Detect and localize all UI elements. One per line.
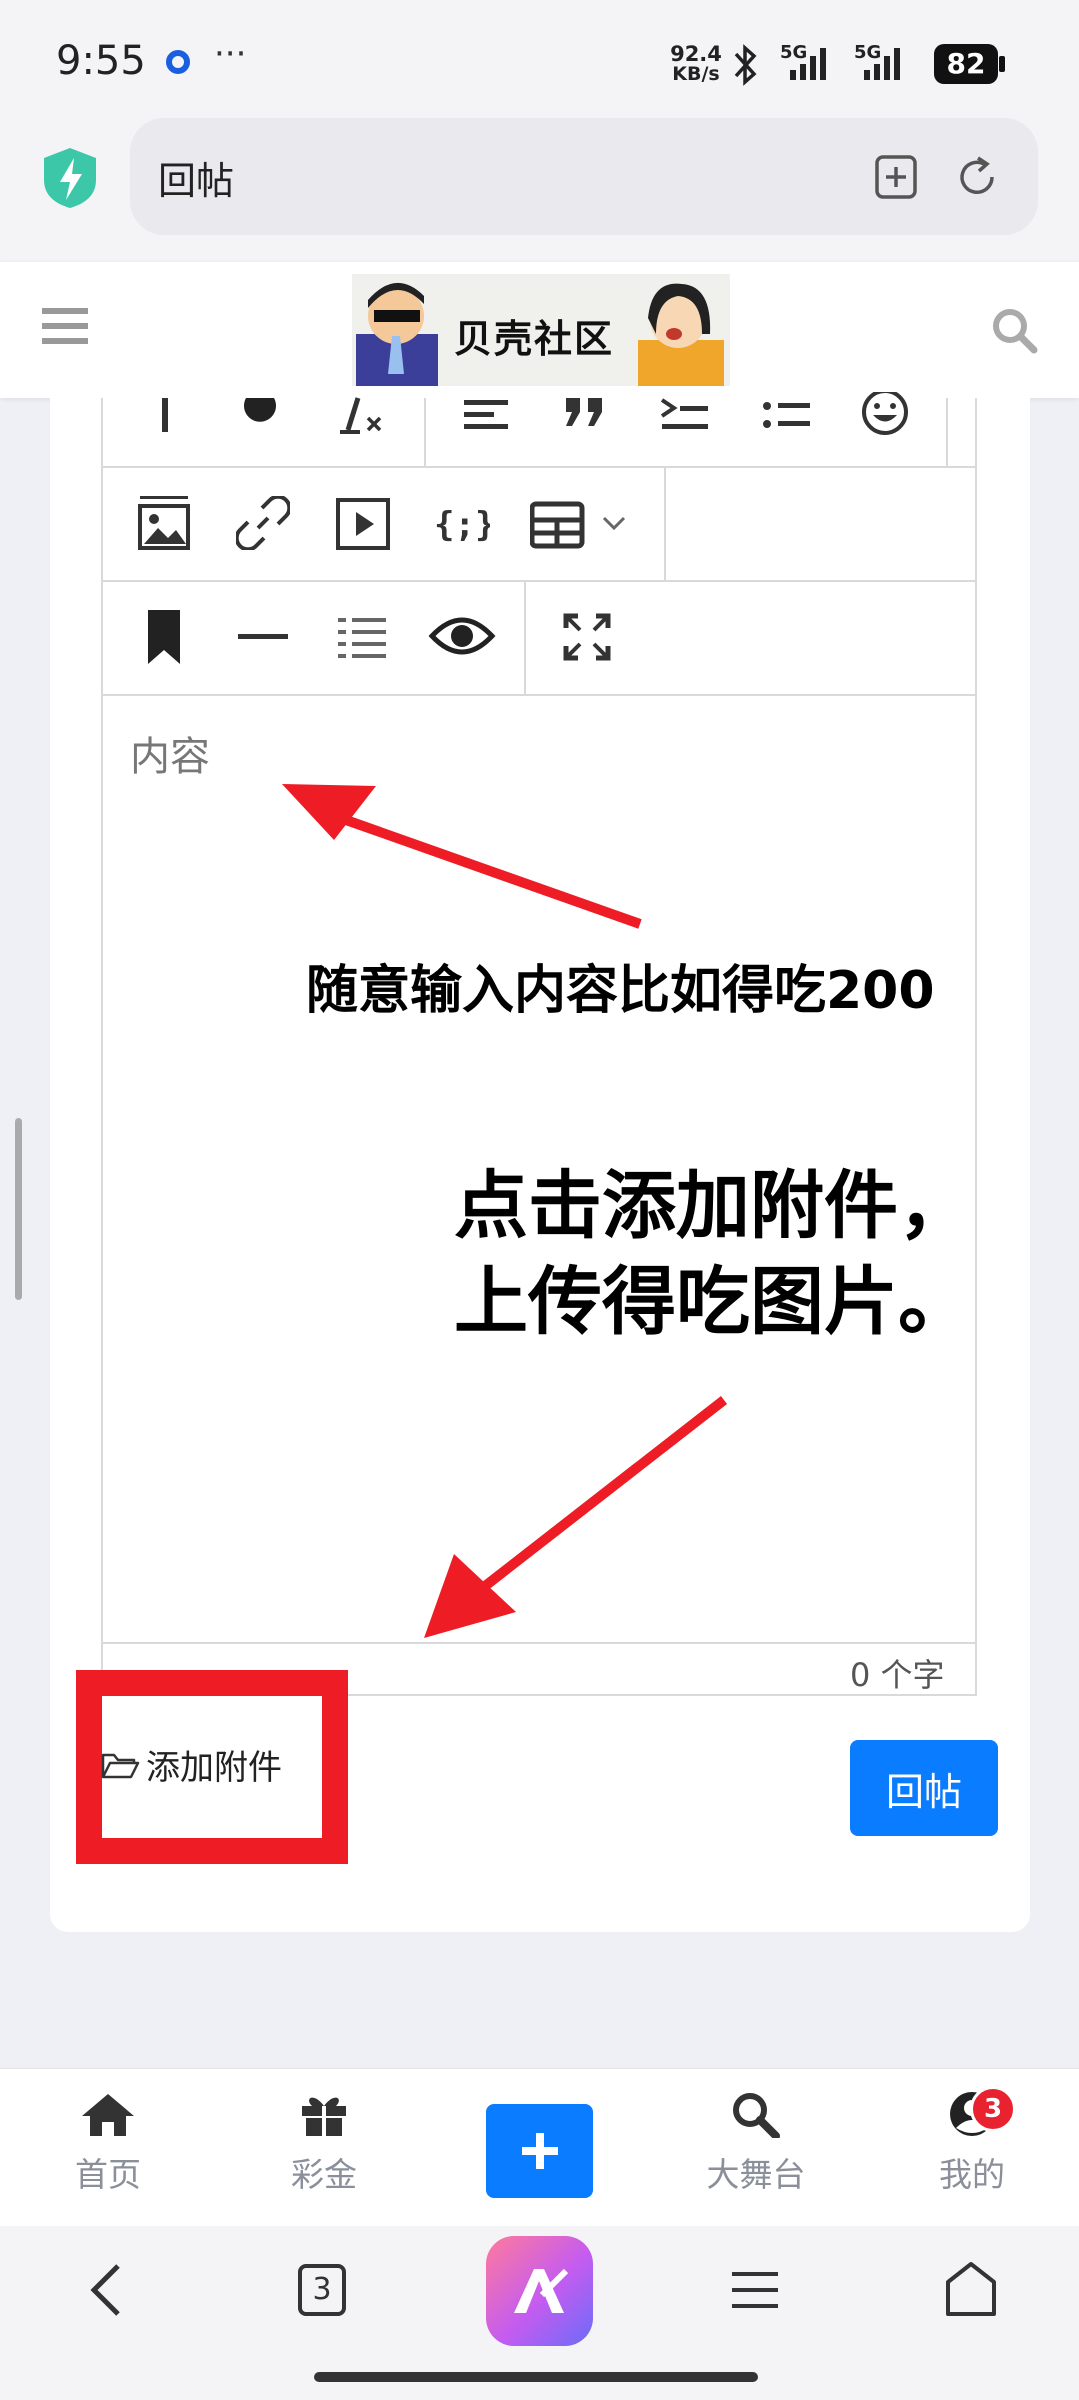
nav-prize[interactable]: 彩金 bbox=[264, 2090, 384, 2196]
menu-lines-icon[interactable] bbox=[730, 2268, 780, 2312]
shield-icon[interactable] bbox=[42, 146, 98, 210]
code-block-icon[interactable]: {;} bbox=[434, 498, 490, 548]
net-speed-value: 92.4 bbox=[670, 42, 722, 66]
site-logo[interactable]: 贝壳社区 bbox=[352, 274, 730, 386]
align-icon[interactable] bbox=[462, 398, 512, 432]
clear-format-icon[interactable] bbox=[336, 396, 386, 438]
battery-indicator: 82 bbox=[934, 44, 998, 84]
status-more: ··· bbox=[214, 34, 247, 74]
home-outline-icon[interactable] bbox=[944, 2260, 998, 2318]
add-attachment-button[interactable]: 添加附件 bbox=[100, 1740, 282, 1789]
menu-icon[interactable] bbox=[42, 306, 88, 346]
nav-mine-label: 我的 bbox=[939, 2155, 1005, 2194]
signal-2: 5G bbox=[854, 42, 900, 80]
add-bookmark-icon[interactable] bbox=[874, 154, 918, 200]
logo-text: 贝壳社区 bbox=[454, 317, 615, 361]
toolbar-separator bbox=[946, 398, 948, 466]
search-stage-icon bbox=[733, 2093, 780, 2140]
signal-1-icon bbox=[790, 48, 826, 80]
battery-tip bbox=[999, 56, 1005, 72]
preview-eye-icon[interactable] bbox=[428, 612, 496, 660]
folder-icon bbox=[101, 1753, 140, 1778]
italic-icon[interactable] bbox=[150, 398, 180, 438]
search-icon[interactable] bbox=[990, 306, 1038, 354]
image-icon[interactable] bbox=[136, 494, 192, 552]
nav-home[interactable]: 首页 bbox=[48, 2090, 168, 2196]
page-scrollbar[interactable] bbox=[15, 1118, 22, 1300]
toolbar-divider bbox=[101, 694, 977, 696]
tabs-button[interactable]: 3 bbox=[298, 2264, 346, 2316]
link-icon[interactable] bbox=[236, 496, 290, 550]
annotation-hint-2-line2: 上传得吃图片。 bbox=[454, 1259, 972, 1345]
content-placeholder[interactable]: 内容 bbox=[130, 724, 210, 782]
gift-icon bbox=[302, 2097, 346, 2136]
notification-badge: 3 bbox=[970, 2086, 1016, 2132]
svg-text:{;}: {;} bbox=[434, 505, 490, 545]
browser-ai-button[interactable] bbox=[486, 2236, 593, 2346]
plus-icon bbox=[521, 2133, 558, 2169]
url-box[interactable]: 回帖 bbox=[130, 118, 1038, 235]
net-speed-unit: KB/s bbox=[672, 63, 720, 85]
arrow-to-attach-icon bbox=[424, 1396, 728, 1638]
app-notification-icon bbox=[166, 50, 190, 74]
quote-icon[interactable] bbox=[562, 398, 612, 428]
video-icon[interactable] bbox=[336, 498, 390, 550]
signal-1: 5G bbox=[780, 42, 826, 80]
url-text: 回帖 bbox=[158, 159, 235, 203]
annotation-hint-1: 随意输入内容比如得吃200 bbox=[306, 961, 935, 1021]
annotation-hint-2: 点击添加附件， 上传得吃图片。 bbox=[454, 1158, 972, 1350]
reply-button[interactable]: 回帖 bbox=[850, 1740, 998, 1836]
toolbar-separator bbox=[424, 398, 426, 466]
ai-logo-icon bbox=[513, 2268, 568, 2313]
net-speed: 92.4 KB/s bbox=[666, 42, 726, 85]
table-icon[interactable] bbox=[530, 500, 640, 550]
toolbar-separator bbox=[524, 580, 526, 694]
indent-icon[interactable] bbox=[660, 398, 712, 432]
toolbar-divider bbox=[101, 466, 977, 468]
refresh-icon[interactable] bbox=[954, 154, 1000, 200]
home-icon bbox=[82, 2094, 134, 2136]
dark-mode-icon[interactable] bbox=[240, 398, 280, 438]
fullscreen-icon[interactable] bbox=[562, 612, 612, 662]
add-attachment-label: 添加附件 bbox=[146, 1748, 282, 1788]
nav-prize-label: 彩金 bbox=[291, 2155, 357, 2194]
horizontal-rule-icon[interactable] bbox=[236, 630, 290, 644]
gesture-bar[interactable] bbox=[314, 2372, 758, 2382]
signal-2-icon bbox=[864, 48, 900, 80]
status-time: 9:55 bbox=[56, 38, 146, 84]
bluetooth-icon bbox=[734, 44, 757, 86]
nav-stage-label: 大舞台 bbox=[706, 2155, 806, 2194]
toolbar-separator bbox=[664, 466, 666, 580]
annotation-hint-2-line1: 点击添加附件， bbox=[454, 1163, 972, 1249]
new-post-button[interactable] bbox=[486, 2104, 593, 2198]
arrow-to-content-icon bbox=[282, 784, 642, 929]
emoji-icon[interactable] bbox=[858, 392, 912, 438]
char-count: 0 个字 bbox=[850, 1656, 945, 1694]
toolbar-divider bbox=[101, 580, 977, 582]
back-icon[interactable] bbox=[86, 2262, 126, 2318]
nav-home-label: 首页 bbox=[75, 2155, 141, 2194]
nav-stage[interactable]: 大舞台 bbox=[694, 2090, 818, 2196]
bullet-list-icon[interactable] bbox=[762, 398, 812, 432]
bookmark-icon[interactable] bbox=[144, 608, 184, 666]
status-bar: 9:55 ··· 92.4 KB/s 5G 5G 82 bbox=[0, 0, 1079, 120]
ordered-list-icon[interactable] bbox=[336, 614, 390, 660]
